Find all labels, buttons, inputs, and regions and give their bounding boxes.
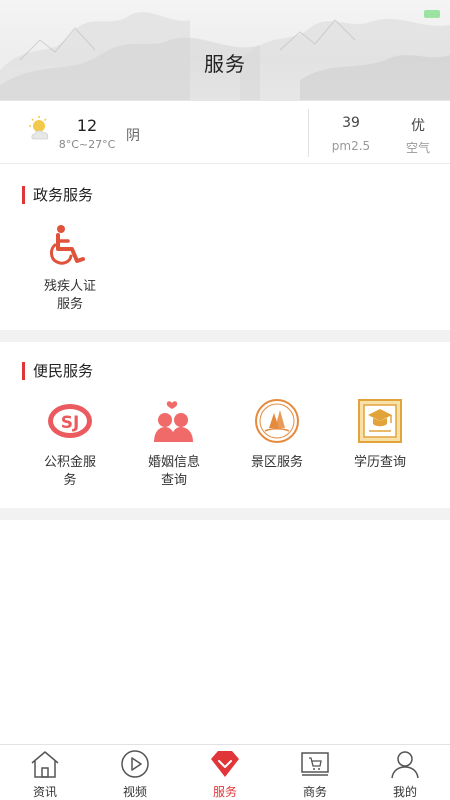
public-services-section: 便民服务 SJ 公积金服 务 婚姻信息 查询 景区服务 学历查询 bbox=[0, 342, 450, 508]
nav-label: 服务 bbox=[212, 785, 237, 799]
couple-icon bbox=[154, 401, 193, 442]
nav-label: 商务 bbox=[302, 785, 327, 799]
air-quality-value: 优 bbox=[411, 118, 425, 134]
page-title: 服务 bbox=[204, 52, 246, 76]
nav-item-news[interactable]: 资讯 bbox=[0, 745, 90, 800]
section-gap bbox=[0, 330, 450, 342]
gov-services-section: 政务服务 残疾人证 服务 bbox=[0, 166, 450, 330]
play-icon bbox=[121, 750, 149, 778]
service-label: 学历查询 bbox=[353, 455, 406, 470]
cloudy-sun-icon bbox=[29, 116, 49, 140]
section-gap bbox=[0, 508, 450, 520]
nav-item-business[interactable]: 商务 bbox=[270, 745, 360, 800]
cart-icon bbox=[301, 752, 329, 776]
temperature-range: 8°C~27°C bbox=[58, 138, 116, 151]
bottom-nav: 资讯 视频 服务 商务 我的 bbox=[0, 744, 450, 800]
service-housing-fund[interactable]: SJ 公积金服 务 bbox=[22, 398, 118, 490]
svg-text:SJ: SJ bbox=[61, 413, 80, 433]
nav-label: 视频 bbox=[122, 785, 147, 799]
graduation-cap-icon bbox=[358, 399, 402, 443]
temperature: 12 bbox=[76, 116, 98, 135]
housing-fund-icon: SJ bbox=[48, 404, 92, 438]
service-label: 景区服务 bbox=[250, 455, 303, 470]
weather-condition: 阴 bbox=[126, 128, 140, 144]
service-disability-cert[interactable]: 残疾人证 服务 bbox=[22, 222, 118, 314]
section-title: 便民服务 bbox=[22, 362, 93, 380]
scenic-area-icon bbox=[255, 399, 299, 443]
section-title: 政务服务 bbox=[22, 186, 93, 204]
nav-item-video[interactable]: 视频 bbox=[90, 745, 180, 800]
page-header: 服务 bbox=[0, 0, 450, 100]
nav-label: 我的 bbox=[392, 785, 417, 799]
home-icon bbox=[31, 751, 59, 778]
user-icon bbox=[391, 751, 419, 779]
pm25-value: 39 bbox=[342, 115, 360, 131]
air-quality-label: 空气 bbox=[405, 141, 430, 155]
service-label: 公积金服 务 bbox=[43, 455, 96, 488]
wheelchair-icon bbox=[50, 225, 85, 265]
service-label: 婚姻信息 查询 bbox=[147, 455, 200, 488]
nav-label: 资讯 bbox=[32, 785, 57, 799]
weather-bar: 12 8°C~27°C 阴 39 pm2.5 优 空气 bbox=[0, 100, 450, 164]
divider bbox=[308, 109, 309, 157]
gem-icon bbox=[211, 751, 239, 777]
nav-item-service[interactable]: 服务 bbox=[180, 745, 270, 800]
service-label: 残疾人证 服务 bbox=[43, 279, 96, 312]
service-education-query[interactable]: 学历查询 bbox=[332, 398, 428, 472]
service-marriage-query[interactable]: 婚姻信息 查询 bbox=[126, 398, 222, 490]
nav-item-profile[interactable]: 我的 bbox=[360, 745, 450, 800]
pm25-label: pm2.5 bbox=[331, 139, 371, 153]
service-scenic-area[interactable]: 景区服务 bbox=[229, 398, 325, 472]
battery-icon bbox=[424, 10, 440, 18]
